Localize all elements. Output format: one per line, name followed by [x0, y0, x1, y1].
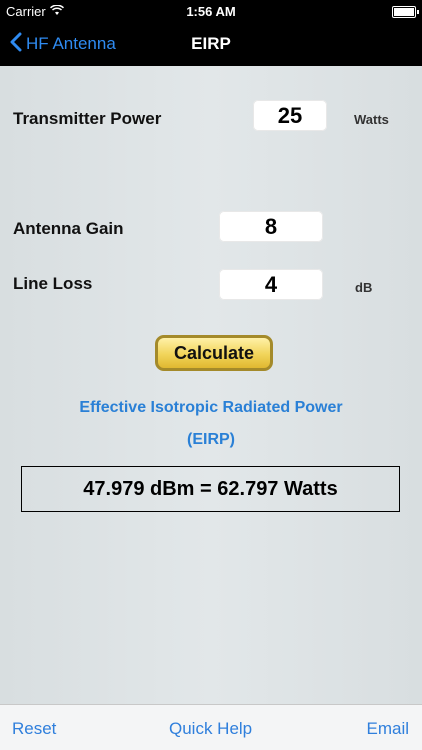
navigation-bar: HF Antenna EIRP — [0, 22, 422, 66]
email-button[interactable]: Email — [366, 719, 409, 739]
result-title: Effective Isotropic Radiated Power — [79, 399, 343, 416]
battery-icon — [392, 6, 419, 18]
calculate-button[interactable]: Calculate — [155, 335, 273, 371]
transmitter-power-field[interactable]: 25 — [253, 100, 327, 131]
line-loss-label: Line Loss — [13, 274, 93, 293]
antenna-gain-label: Antenna Gain — [13, 219, 124, 238]
eirp-calculator: Transmitter Power 25 Watts Antenna Gain … — [0, 66, 422, 704]
transmitter-power-unit: Watts — [354, 112, 389, 127]
result-subtitle: (EIRP) — [187, 431, 235, 448]
status-bar: Carrier 1:56 AM — [0, 0, 422, 22]
quick-help-button[interactable]: Quick Help — [169, 719, 252, 739]
bottom-toolbar: Reset Quick Help Email — [0, 704, 422, 750]
page-title: EIRP — [191, 34, 231, 53]
reset-button[interactable]: Reset — [12, 719, 56, 739]
line-loss-field[interactable]: 4 — [219, 269, 323, 300]
antenna-gain-field[interactable]: 8 — [219, 211, 323, 242]
line-loss-unit: dB — [355, 280, 373, 295]
transmitter-power-label: Transmitter Power — [13, 109, 162, 128]
result-value: 47.979 dBm = 62.797 Watts — [21, 466, 400, 512]
status-time: 1:56 AM — [186, 4, 236, 19]
